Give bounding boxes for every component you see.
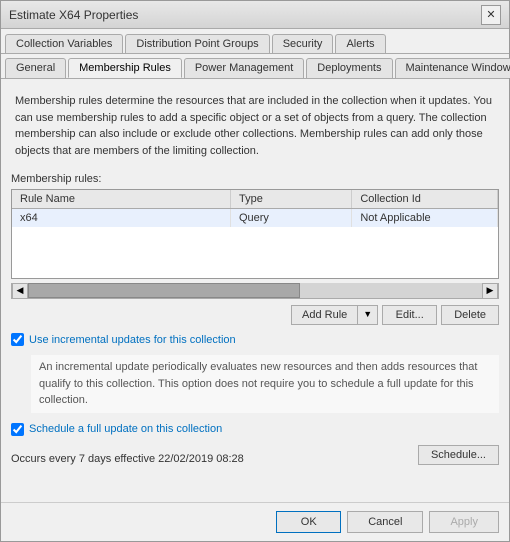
- schedule-button[interactable]: Schedule...: [418, 445, 499, 465]
- incremental-checkbox[interactable]: [11, 333, 24, 346]
- tab-maintenance-windows[interactable]: Maintenance Windows: [395, 58, 510, 78]
- col-header-rule-name: Rule Name: [12, 190, 230, 209]
- footer-buttons: OK Cancel Apply: [1, 502, 509, 541]
- tab-row-1: Collection Variables Distribution Point …: [1, 29, 509, 54]
- ok-button[interactable]: OK: [276, 511, 341, 533]
- scroll-left-arrow[interactable]: ◀: [12, 283, 28, 299]
- rules-table-container: Rule Name Type Collection Id x64 Query N…: [11, 189, 499, 279]
- tab-alerts[interactable]: Alerts: [335, 34, 385, 53]
- col-header-type: Type: [230, 190, 351, 209]
- apply-button[interactable]: Apply: [429, 511, 499, 533]
- table-row[interactable]: x64 Query Not Applicable: [12, 209, 498, 228]
- horizontal-scrollbar[interactable]: ◀ ▶: [11, 283, 499, 299]
- rules-table: Rule Name Type Collection Id x64 Query N…: [12, 190, 498, 227]
- description-text: Membership rules determine the resources…: [11, 87, 499, 165]
- occurs-text: Occurs every 7 days effective 22/02/2019…: [11, 453, 244, 465]
- close-button[interactable]: ✕: [481, 5, 501, 25]
- schedule-section: Schedule a full update on this collectio…: [11, 423, 499, 465]
- window-title: Estimate X64 Properties: [9, 8, 138, 22]
- properties-window: Estimate X64 Properties ✕ Collection Var…: [0, 0, 510, 542]
- edit-button[interactable]: Edit...: [382, 305, 437, 325]
- tab-collection-variables[interactable]: Collection Variables: [5, 34, 123, 53]
- membership-rules-label: Membership rules:: [11, 173, 499, 185]
- tab-distribution-point-groups[interactable]: Distribution Point Groups: [125, 34, 269, 53]
- add-rule-dropdown-arrow[interactable]: ▼: [358, 306, 377, 324]
- scroll-track[interactable]: [28, 283, 482, 298]
- scroll-thumb: [28, 283, 300, 298]
- schedule-checkbox-row: Schedule a full update on this collectio…: [11, 423, 499, 436]
- scroll-right-arrow[interactable]: ▶: [482, 283, 498, 299]
- schedule-label[interactable]: Schedule a full update on this collectio…: [29, 423, 222, 435]
- cancel-button[interactable]: Cancel: [347, 511, 423, 533]
- tab-security[interactable]: Security: [272, 34, 334, 53]
- schedule-row: Occurs every 7 days effective 22/02/2019…: [11, 445, 499, 465]
- cell-collection-id: Not Applicable: [352, 209, 498, 228]
- tab-membership-rules[interactable]: Membership Rules: [68, 58, 182, 78]
- schedule-info: Occurs every 7 days effective 22/02/2019…: [11, 453, 244, 465]
- cell-type: Query: [230, 209, 351, 228]
- rules-buttons-row: Add Rule ▼ Edit... Delete: [11, 305, 499, 325]
- delete-button[interactable]: Delete: [441, 305, 499, 325]
- add-rule-split-button[interactable]: Add Rule ▼: [291, 305, 378, 325]
- add-rule-button[interactable]: Add Rule: [292, 306, 358, 324]
- schedule-checkbox[interactable]: [11, 423, 24, 436]
- content-area: Membership rules determine the resources…: [1, 79, 509, 502]
- tab-deployments[interactable]: Deployments: [306, 58, 392, 78]
- incremental-checkbox-row: Use incremental updates for this collect…: [11, 333, 499, 346]
- title-bar: Estimate X64 Properties ✕: [1, 1, 509, 29]
- tab-power-management[interactable]: Power Management: [184, 58, 304, 78]
- col-header-collection-id: Collection Id: [352, 190, 498, 209]
- incremental-label[interactable]: Use incremental updates for this collect…: [29, 334, 236, 346]
- cell-rule-name: x64: [12, 209, 230, 228]
- tab-row-2: General Membership Rules Power Managemen…: [1, 54, 509, 79]
- tab-general[interactable]: General: [5, 58, 66, 78]
- incremental-info-text: An incremental update periodically evalu…: [31, 355, 499, 413]
